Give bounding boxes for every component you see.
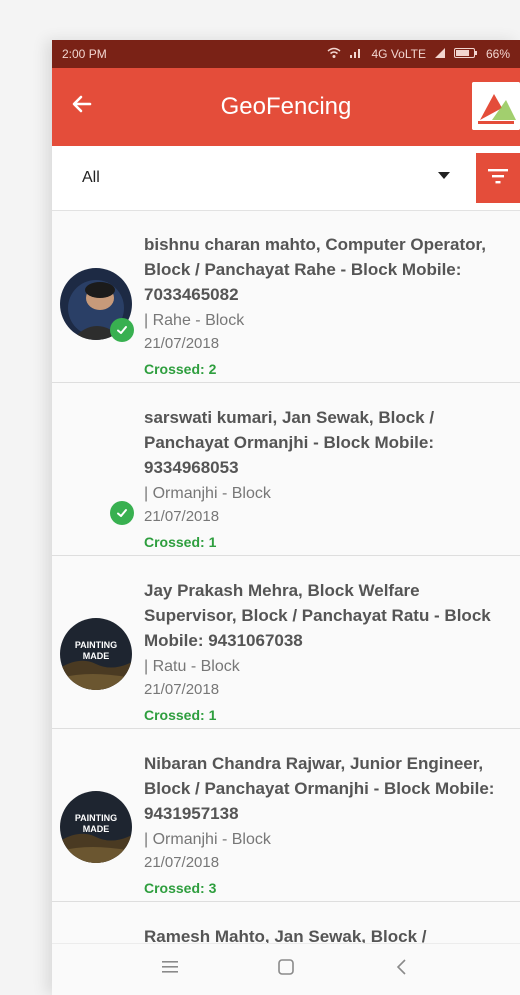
list-item[interactable]: bishnu charan mahto, Computer Operator, … [52,210,520,383]
status-indicators: 4G VoLTE 66% [327,47,510,62]
avatar: PAINTING MADE [60,791,132,863]
battery-icon [453,47,478,62]
avatar-column: PAINTING MADE [52,578,144,714]
caret-down-icon [438,172,450,179]
filter-bar: All [52,146,520,211]
list-item[interactable]: sarswati kumari, Jan Sewak, Block / Panc… [52,383,520,556]
wifi-icon [327,47,341,62]
item-location: | Ratu - Block [144,658,240,675]
list-item[interactable]: Ramesh Mahto, Jan Sewak, Block / [52,902,520,943]
app-bar: GeoFencing [52,68,520,146]
list-item[interactable]: PAINTING MADE Jay Prakash Mehra, Block W… [52,556,520,729]
item-name: Ramesh Mahto, Jan Sewak, Block / [144,927,427,943]
status-time: 2:00 PM [62,47,107,61]
menu-icon [161,960,179,979]
item-crossed-count: Crossed: 1 [144,707,217,723]
item-name: Nibaran Chandra Rajwar, Junior Engineer,… [144,754,495,823]
avatar-placeholder-text: PAINTING MADE [74,813,118,834]
geofence-list: bishnu charan mahto, Computer Operator, … [52,210,520,943]
item-date: 21/07/2018 [144,508,220,525]
item-content: bishnu charan mahto, Computer Operator, … [144,232,510,377]
list-item[interactable]: PAINTING MADE Nibaran Chandra Rajwar, Ju… [52,729,520,902]
item-location: | Rahe - Block [144,312,245,329]
status-bar: 2:00 PM 4G VoLTE 66% [52,40,520,68]
signal-icon [349,47,363,62]
phone-screen: 2:00 PM 4G VoLTE 66% GeoFencing All bish… [52,40,520,995]
item-content: Jay Prakash Mehra, Block Welfare Supervi… [144,578,510,723]
item-name: Jay Prakash Mehra, Block Welfare Supervi… [144,581,491,650]
check-circle-icon [110,318,134,342]
avatar-column [52,232,144,368]
system-nav-bar [52,943,520,995]
item-location: | Ormanjhi - Block [144,831,271,848]
square-icon [277,958,295,981]
app-logo [472,82,520,130]
avatar-column [52,924,144,943]
avatar-column: PAINTING MADE [52,751,144,887]
item-date: 21/07/2018 [144,681,220,698]
nav-back-button[interactable] [387,955,417,985]
item-crossed-count: Crossed: 2 [144,361,217,377]
network-label: 4G VoLTE [371,47,426,61]
item-date: 21/07/2018 [144,335,220,352]
battery-level: 66% [485,47,510,61]
item-content: Nibaran Chandra Rajwar, Junior Engineer,… [144,751,510,896]
item-name: sarswati kumari, Jan Sewak, Block / Panc… [144,408,435,477]
avatar-placeholder-text: PAINTING MADE [74,640,118,661]
item-content: Ramesh Mahto, Jan Sewak, Block / [144,924,510,943]
filter-selected-value: All [82,169,100,186]
avatar: PAINTING MADE [60,618,132,690]
check-circle-icon [110,501,134,525]
avatar-column [52,405,144,541]
page-title: GeoFencing [220,93,352,120]
chevron-left-icon [395,958,409,981]
filter-icon [487,167,509,190]
nav-menu-button[interactable] [155,955,185,985]
item-location: | Ormanjhi - Block [144,485,271,502]
signal-icon-2 [434,47,446,62]
filter-button[interactable] [476,153,520,203]
item-name: bishnu charan mahto, Computer Operator, … [144,235,486,304]
arrow-left-icon [70,90,94,124]
filter-dropdown[interactable]: All [52,146,520,210]
back-button[interactable] [52,68,112,146]
nav-home-button[interactable] [271,955,301,985]
item-content: sarswati kumari, Jan Sewak, Block / Panc… [144,405,510,550]
item-date: 21/07/2018 [144,854,220,871]
item-crossed-count: Crossed: 3 [144,880,217,896]
item-crossed-count: Crossed: 1 [144,534,217,550]
